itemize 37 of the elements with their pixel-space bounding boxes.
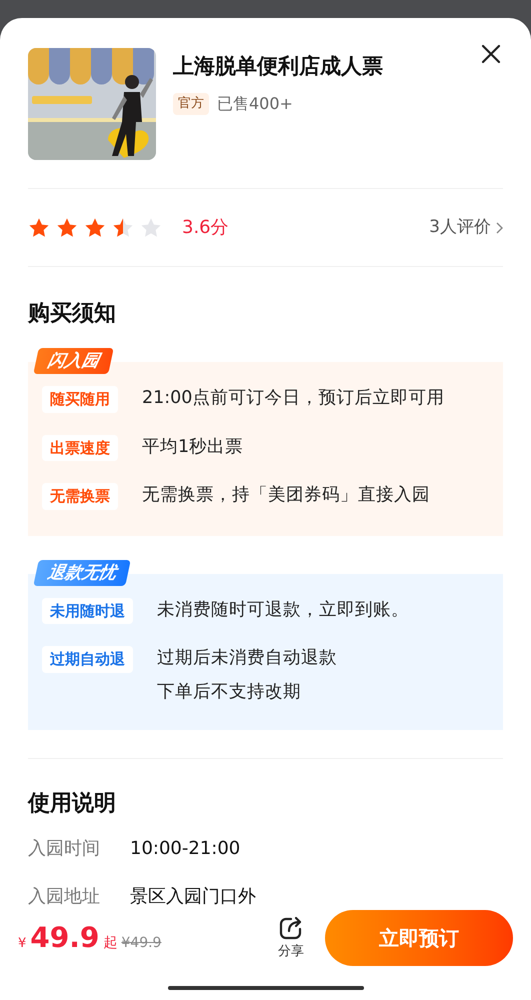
section-tag: 退款无忧 bbox=[33, 560, 131, 586]
section-heading: 购买须知 bbox=[28, 300, 117, 328]
section-tag: 闪入园 bbox=[33, 348, 114, 374]
share-button[interactable]: 分享 bbox=[277, 914, 305, 962]
feature-text: 过期后未消费自动退款 bbox=[157, 647, 337, 670]
original-price: ¥49.9 bbox=[121, 934, 162, 953]
feature-label: 随买随用 bbox=[42, 386, 118, 412]
star-icon bbox=[56, 216, 78, 238]
section-heading: 使用说明 bbox=[28, 790, 117, 818]
chevron-right-icon bbox=[495, 222, 503, 234]
feature-label: 未用随时退 bbox=[42, 598, 133, 624]
usage-label: 入园时间 bbox=[28, 837, 100, 861]
usage-label: 入园地址 bbox=[28, 885, 100, 905]
star-icon bbox=[112, 216, 134, 238]
reviews-link[interactable]: 3人评价 bbox=[429, 214, 503, 240]
feature-label: 出票速度 bbox=[42, 434, 118, 461]
currency-sign: ¥ bbox=[18, 935, 26, 953]
close-icon bbox=[481, 44, 501, 64]
usage-value: 10:00-21:00 bbox=[130, 837, 240, 861]
official-badge: 官方 bbox=[173, 93, 209, 115]
feature-label: 无需换票 bbox=[42, 483, 118, 510]
star-icon bbox=[140, 216, 162, 238]
feature-text: 21:00点前可订今日，预订后立即可用 bbox=[142, 387, 444, 410]
rating-score: 3.6分 bbox=[182, 216, 229, 240]
product-title: 上海脱单便利店成人票 bbox=[173, 53, 384, 80]
star-icon bbox=[84, 216, 106, 238]
feature-text: 平均1秒出票 bbox=[142, 436, 244, 458]
sold-count: 已售400+ bbox=[217, 93, 293, 115]
price-suffix: 起 bbox=[103, 934, 118, 953]
star-icon bbox=[28, 216, 50, 238]
feature-text: 未消费随时可退款，立即到账。 bbox=[157, 598, 409, 622]
usage-value: 景区入园门口外 bbox=[130, 885, 256, 905]
feature-text: 无需换票，持「美团券码」直接入园 bbox=[142, 484, 430, 507]
feature-label: 过期自动退 bbox=[42, 646, 133, 672]
feature-text: 下单后不支持改期 bbox=[157, 681, 302, 704]
close-button[interactable] bbox=[479, 42, 503, 66]
price: 49.9 bbox=[30, 920, 100, 956]
